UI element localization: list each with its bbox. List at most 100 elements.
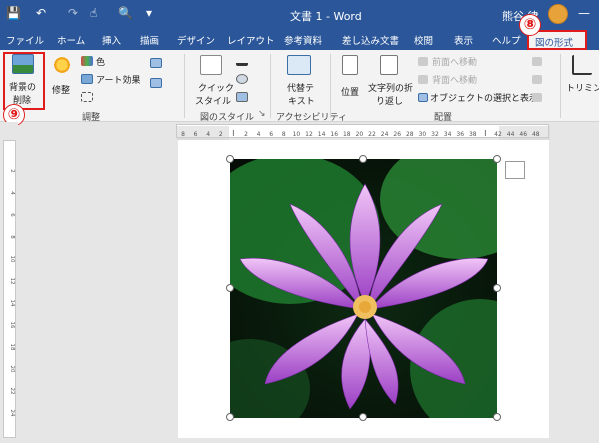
tab-insert[interactable]: 挿入	[102, 33, 121, 47]
ruler-label: 10	[293, 131, 301, 138]
dialog-launcher-icon[interactable]: ↘	[258, 109, 266, 119]
group-separator	[560, 54, 561, 118]
group-icon[interactable]	[532, 75, 542, 84]
ruler-label: 12	[9, 278, 15, 285]
tab-review[interactable]: 校閲	[414, 33, 433, 47]
resize-handle-top[interactable]	[359, 155, 367, 163]
ruler-label: 12	[305, 131, 313, 138]
tab-help[interactable]: ヘルプ	[492, 33, 521, 47]
group-separator	[270, 54, 271, 118]
ruler-label: 42	[494, 131, 502, 138]
crop-icon	[572, 55, 592, 75]
picture-border-icon[interactable]	[236, 56, 248, 66]
ruler-label: 22	[9, 388, 15, 395]
vertical-ruler[interactable]: 2 4 6 8 10 12 14 16 18 20 22 24	[3, 140, 16, 438]
layout-options-icon[interactable]	[505, 161, 525, 179]
customize-qat-icon[interactable]: ▾	[146, 6, 152, 20]
corrections-button[interactable]: 修整	[52, 83, 70, 96]
wrap-text-icon	[380, 55, 398, 75]
quick-styles-label-2[interactable]: スタイル	[195, 94, 231, 107]
alt-text-label-1[interactable]: 代替テ	[287, 81, 314, 94]
crop-button[interactable]: トリミング	[566, 81, 599, 94]
send-backward-button[interactable]: 背面へ移動	[432, 73, 477, 86]
compress-pictures-icon[interactable]	[81, 92, 93, 102]
horizontal-ruler[interactable]: 8 6 4 2 2 4 6 8 10 12 14 16 18 20 22 24 26 28 30 32 34 36 38 42…	[176, 124, 550, 140]
change-picture-icon[interactable]	[150, 58, 162, 68]
artistic-effects-button[interactable]: アート効果	[96, 73, 140, 86]
rotate-icon[interactable]	[532, 93, 542, 102]
ruler-label: 22	[368, 131, 376, 138]
selection-pane-icon	[418, 93, 428, 102]
ruler-label: 14	[318, 131, 326, 138]
save-icon[interactable]: 💾	[6, 6, 21, 20]
ruler-label: 36	[456, 131, 464, 138]
tab-file[interactable]: ファイル	[6, 33, 44, 47]
lotus-illustration	[230, 159, 497, 418]
tab-design[interactable]: デザイン	[177, 33, 215, 47]
ruler-label: 2	[219, 131, 223, 138]
wrap-text-label-2[interactable]: り返し	[376, 94, 403, 107]
reset-picture-icon[interactable]	[150, 78, 162, 88]
minimize-icon[interactable]: —	[578, 6, 590, 20]
alt-text-icon	[287, 55, 311, 75]
window-title: 文書 1 - Word	[290, 10, 362, 23]
lotus-flower-image[interactable]	[230, 159, 497, 418]
tab-layout[interactable]: レイアウト	[227, 33, 275, 47]
tab-home[interactable]: ホーム	[57, 33, 85, 47]
redo-icon[interactable]: ↷	[68, 6, 78, 20]
tab-references[interactable]: 参考資料	[284, 33, 322, 47]
ruler-label: 28	[406, 131, 414, 138]
ruler-label: 44	[507, 131, 515, 138]
resize-handle-bottom-right[interactable]	[493, 413, 501, 421]
resize-handle-left[interactable]	[226, 284, 234, 292]
position-button[interactable]: 位置	[341, 85, 359, 98]
color-button[interactable]: 色	[96, 55, 105, 68]
ruler-label: 6	[9, 213, 15, 217]
resize-handle-top-left[interactable]	[226, 155, 234, 163]
vertical-ruler-ticks: 24681012141618202224	[9, 169, 15, 417]
touch-mode-icon[interactable]: ☝	[90, 6, 97, 20]
alt-text-label-2[interactable]: キスト	[288, 94, 315, 107]
ruler-label: 4	[257, 131, 261, 138]
bring-forward-button[interactable]: 前面へ移動	[432, 55, 477, 68]
tab-mailings[interactable]: 差し込み文書	[342, 33, 399, 47]
ruler-label: 6	[194, 131, 198, 138]
group-label-adjust: 調整	[82, 113, 101, 123]
ruler-label: 2	[9, 169, 15, 173]
avatar[interactable]	[548, 4, 568, 24]
corrections-icon	[52, 55, 72, 75]
title-bar: 💾 ↶ ↷ ☝ 🔍 ▾ 文書 1 - Word 熊谷 律 —	[0, 0, 599, 30]
artistic-effects-icon	[81, 74, 93, 84]
tab-view[interactable]: 表示	[454, 33, 473, 47]
step-8-badge: ⑧	[519, 14, 541, 36]
resize-handle-top-right[interactable]	[493, 155, 501, 163]
picture-effects-icon[interactable]	[236, 74, 248, 84]
ribbon-tabs: ファイル ホーム 挿入 描画 デザイン レイアウト 参考資料 差し込み文書 校閲…	[0, 30, 599, 50]
picture-layout-icon[interactable]	[236, 92, 248, 102]
highlight-remove-background	[3, 52, 45, 110]
ruler-label: 18	[9, 344, 15, 351]
ruler-label: 20	[356, 131, 364, 138]
ruler-corner[interactable]	[0, 122, 18, 140]
align-icon[interactable]	[532, 57, 542, 66]
undo-icon[interactable]: ↶	[36, 6, 46, 20]
ruler-label: 46	[519, 131, 527, 138]
quick-styles-icon	[200, 55, 222, 75]
ruler-label: 16	[330, 131, 338, 138]
resize-handle-bottom[interactable]	[359, 413, 367, 421]
ribbon: 背景の 削除 修整 色 アート効果 調整 クイック スタイル 図のスタイル ↘ …	[0, 50, 599, 123]
ruler-label: 10	[9, 256, 15, 263]
resize-handle-right[interactable]	[493, 284, 501, 292]
ruler-label: 8	[9, 235, 15, 239]
selection-pane-button[interactable]: オブジェクトの選択と表示	[430, 91, 538, 104]
ruler-label: 8	[181, 131, 185, 138]
group-label-accessibility: アクセシビリティ	[276, 113, 348, 123]
group-separator	[184, 54, 185, 118]
wrap-text-label-1[interactable]: 文字列の折	[368, 81, 413, 94]
tab-draw[interactable]: 描画	[140, 33, 159, 47]
ruler-label: 24	[381, 131, 389, 138]
quick-styles-label-1[interactable]: クイック	[198, 81, 234, 94]
resize-handle-bottom-left[interactable]	[226, 413, 234, 421]
print-preview-icon[interactable]: 🔍	[118, 6, 133, 20]
ruler-label: 14	[9, 300, 15, 307]
